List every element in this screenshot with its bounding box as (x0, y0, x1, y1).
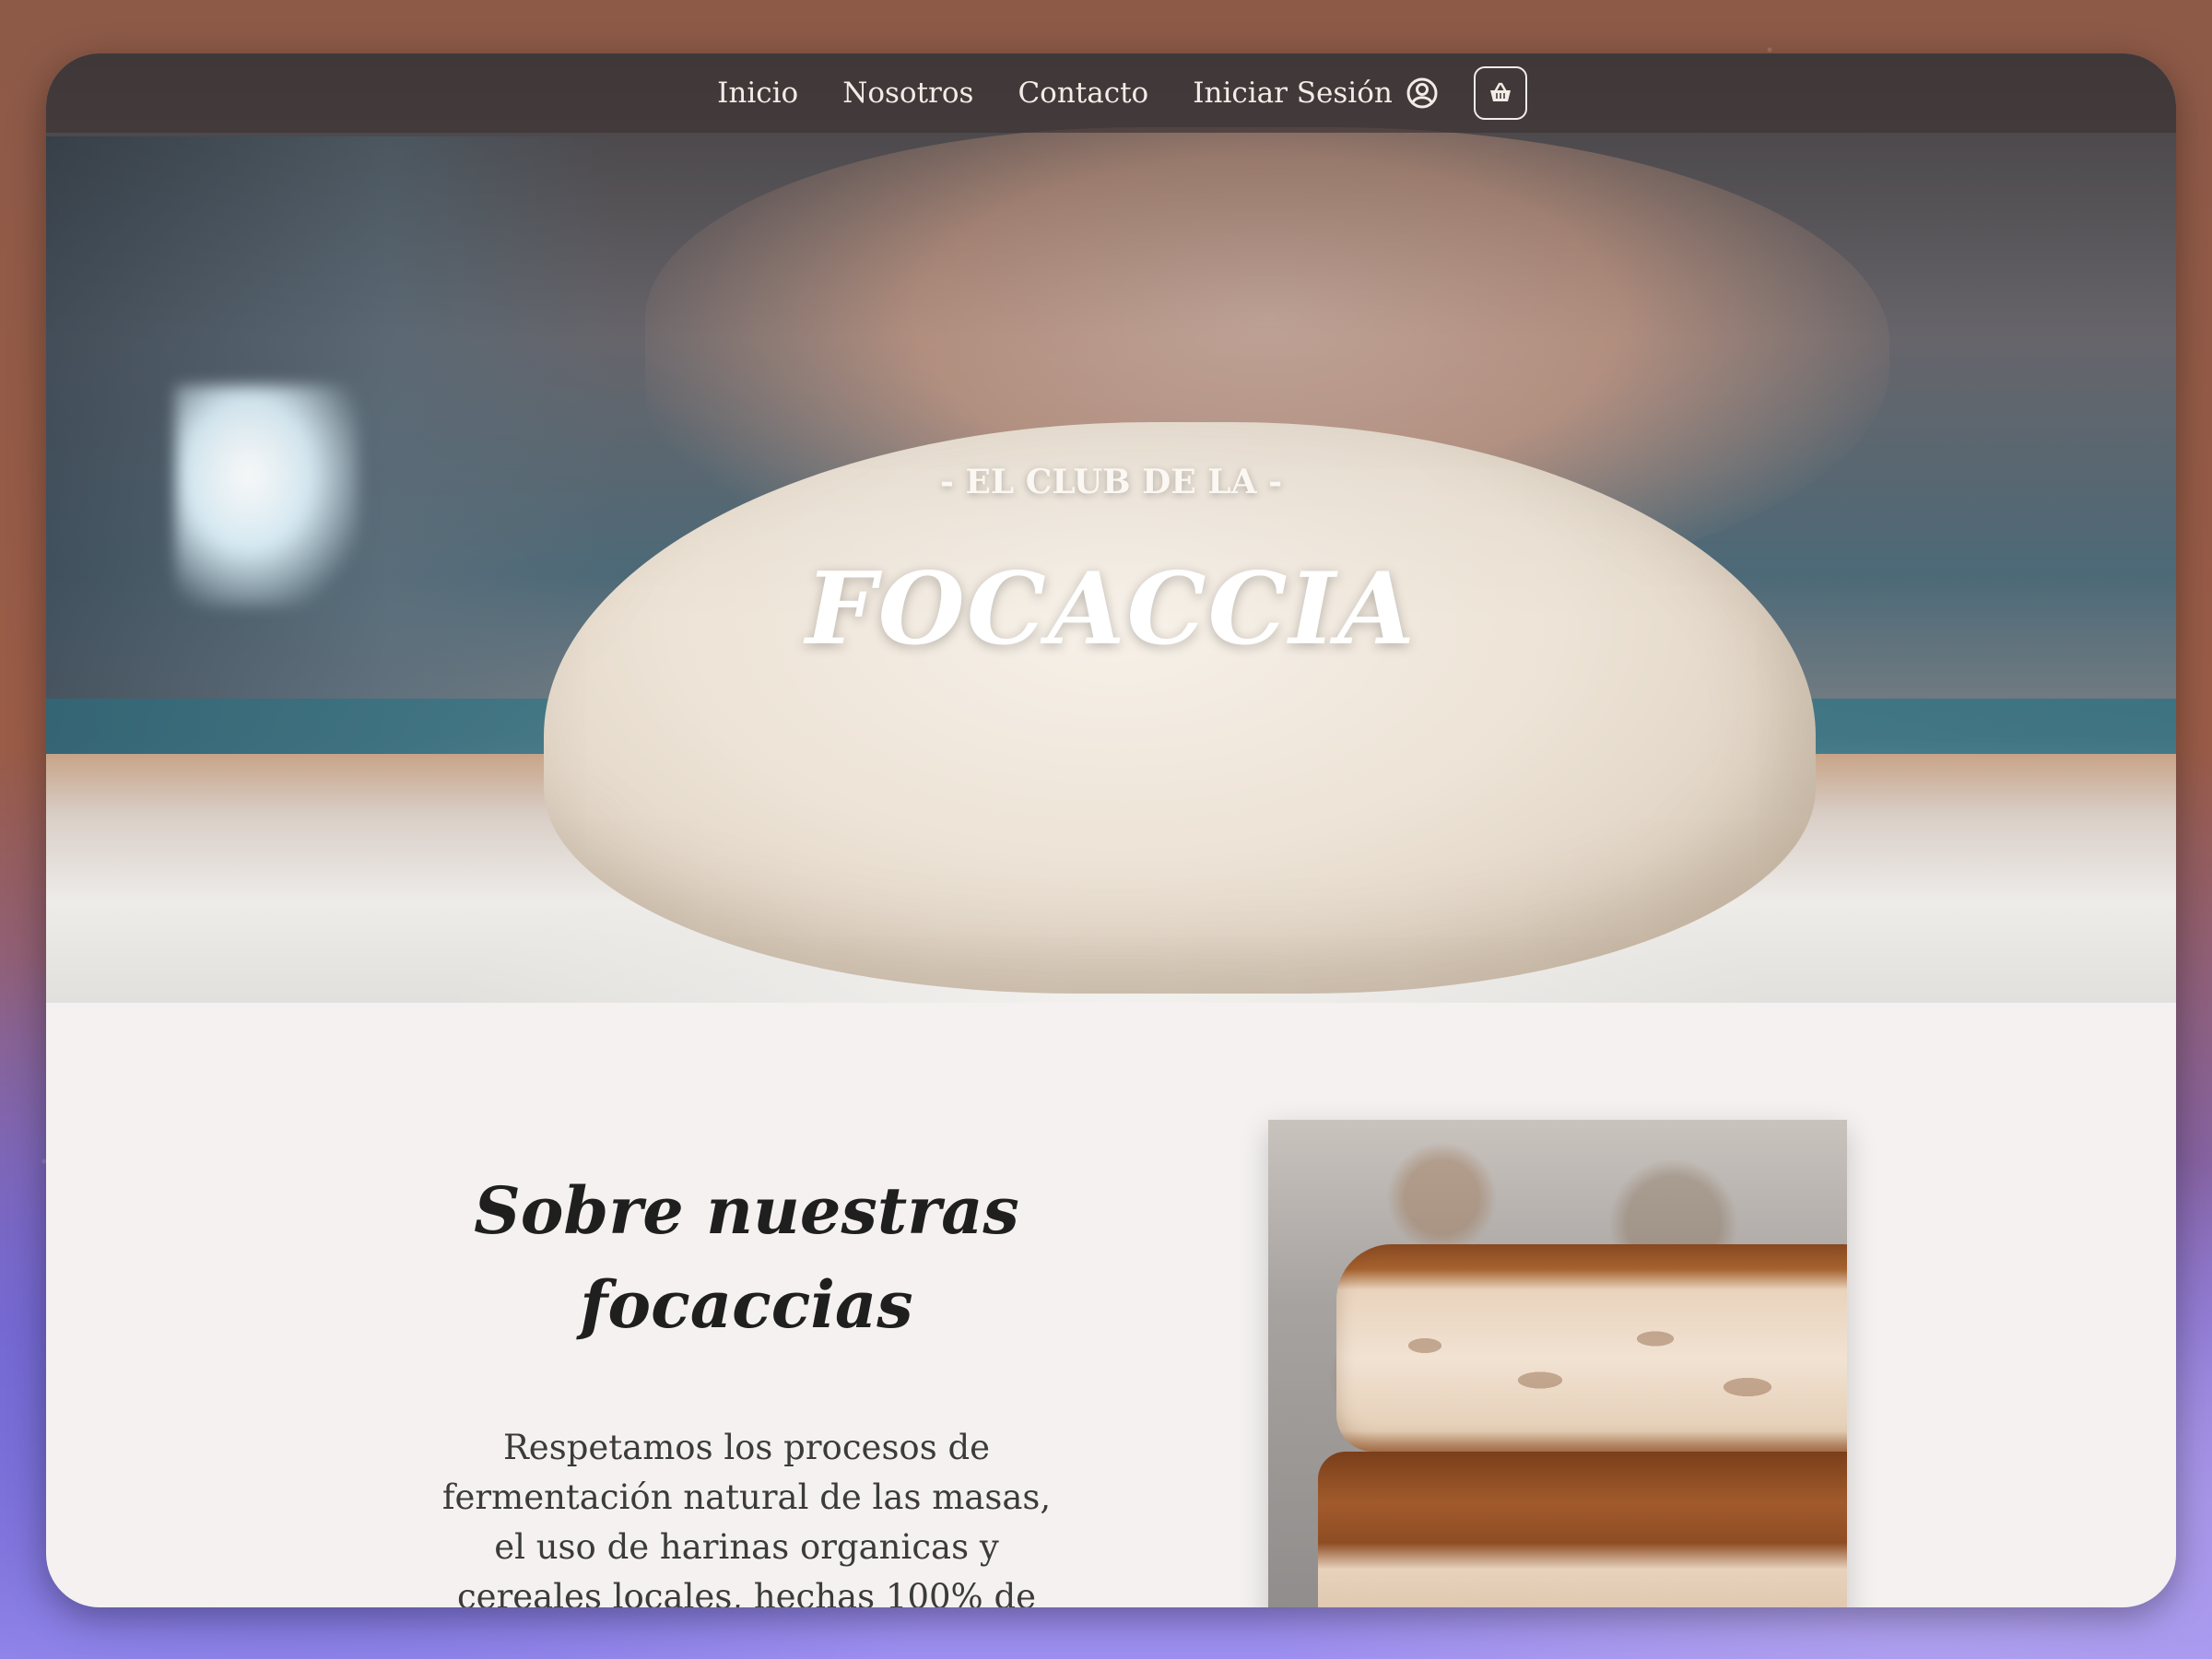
browser-window: Inicio Nosotros Contacto Iniciar Sesión (46, 53, 2176, 1607)
about-heading: Sobre nuestras focaccias (323, 1164, 1171, 1352)
login-link[interactable]: Iniciar Sesión (1193, 76, 1439, 110)
basket-icon (1488, 80, 1513, 106)
about-body-text: Respetamos los procesos de fermentación … (359, 1423, 1134, 1607)
login-label: Iniciar Sesión (1193, 76, 1393, 110)
about-body-line: el uso de harinas organicas y (494, 1527, 999, 1567)
focaccia-bottom-slice (1318, 1452, 1847, 1607)
about-heading-line: Sobre nuestras (474, 1172, 1019, 1249)
nav-link-nosotros[interactable]: Nosotros (842, 76, 973, 110)
about-body-line: Respetamos los procesos de (502, 1428, 991, 1467)
user-circle-icon (1406, 76, 1439, 110)
about-body-line: fermentación natural de las masas, (441, 1477, 1052, 1517)
cart-button[interactable] (1473, 66, 1527, 120)
hero-title: FOCACCIA (806, 551, 1417, 667)
nav-link-inicio[interactable]: Inicio (717, 76, 798, 110)
nav-link-contacto[interactable]: Contacto (1018, 76, 1148, 110)
hero-kicker: - EL CLUB DE LA - (939, 463, 1283, 501)
about-heading-line: focaccias (580, 1266, 913, 1343)
top-nav: Inicio Nosotros Contacto Iniciar Sesión (46, 53, 2176, 133)
about-body-line: cereales locales, hechas 100% de (456, 1577, 1037, 1607)
focaccia-photo (1268, 1120, 1847, 1607)
focaccia-crumb-texture (1379, 1304, 1840, 1442)
hero-section: Inicio Nosotros Contacto Iniciar Sesión (46, 53, 2176, 1003)
hero-overlay (46, 53, 2176, 1003)
